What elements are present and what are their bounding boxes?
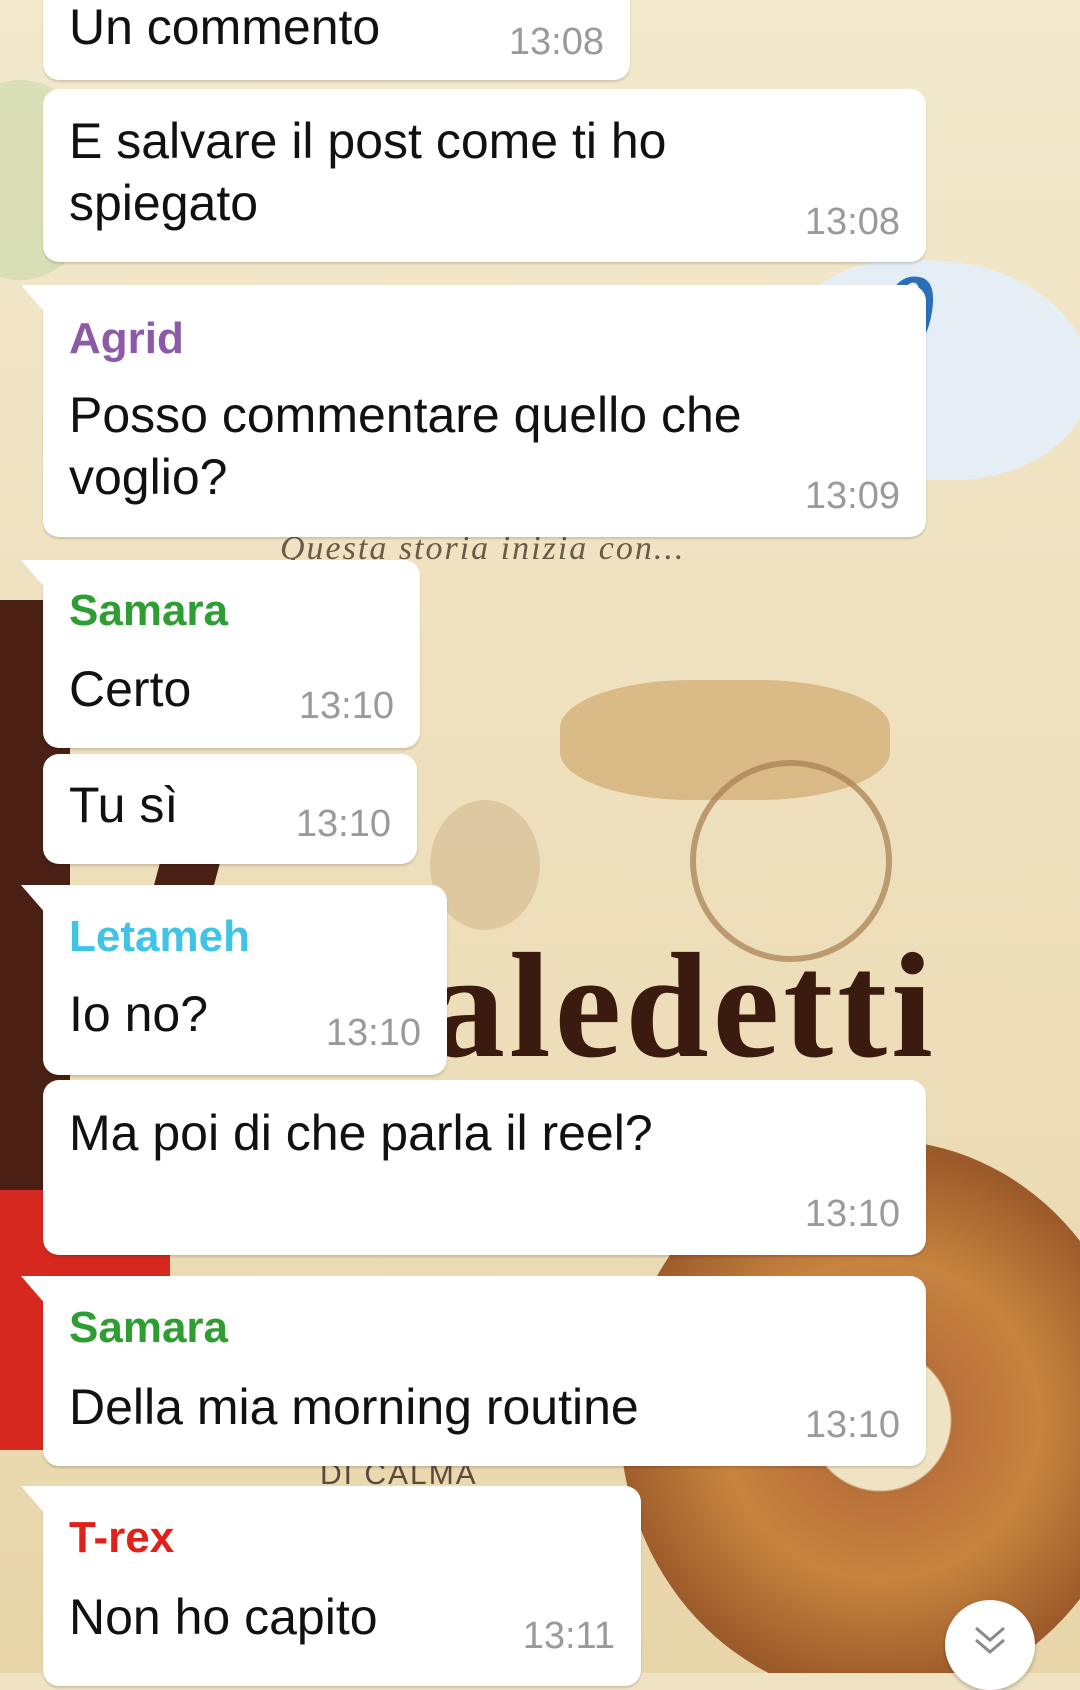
message-bubble[interactable]: Samara Della mia morning routine 13:10 (21, 1276, 926, 1466)
message-time: 13:10 (325, 1012, 421, 1054)
message-text: Io no? (69, 986, 209, 1042)
message-list[interactable]: Un commento 13:08 E salvare il post come… (0, 0, 1080, 1690)
message-time: 13:10 (295, 803, 391, 845)
message-bubble[interactable]: Un commento 13:08 (43, 0, 630, 80)
message-text: Un commento (69, 0, 381, 55)
message-text: Certo (69, 661, 192, 717)
message-bubble[interactable]: Tu sì 13:10 (43, 754, 417, 864)
message-bubble[interactable]: E salvare il post come ti ho spiegato 13… (43, 89, 926, 262)
message-time: 13:10 (804, 1193, 900, 1235)
message-time: 13:09 (804, 475, 900, 517)
message-bubble[interactable]: T-rex Non ho capito 13:11 (21, 1486, 641, 1686)
sender-name: Letameh (69, 912, 250, 961)
message-text: E salvare il post come ti ho spiegato (69, 113, 667, 231)
sender-name: Samara (69, 586, 229, 635)
message-time: 13:10 (804, 1404, 900, 1446)
message-text: Tu sì (69, 777, 179, 833)
message-bubble[interactable]: Letameh Io no? 13:10 (21, 885, 447, 1075)
message-bubble[interactable]: Samara Certo 13:10 (21, 560, 420, 748)
message-text: Della mia morning routine (69, 1379, 639, 1435)
sender-name: Samara (69, 1303, 229, 1352)
sender-name: T-rex (69, 1513, 175, 1562)
message-time: 13:08 (508, 21, 604, 63)
message-time: 13:11 (522, 1615, 615, 1657)
message-text: Ma poi di che parla il reel? (69, 1105, 653, 1161)
sender-name: Agrid (69, 314, 184, 363)
scroll-to-bottom-button[interactable] (945, 1600, 1035, 1690)
message-text: Non ho capito (69, 1589, 378, 1645)
message-bubble[interactable]: Agrid Posso commentare quello che voglio… (21, 285, 926, 537)
message-time: 13:10 (298, 685, 394, 727)
message-time: 13:08 (804, 201, 900, 243)
message-text: Posso commentare quello che voglio? (69, 387, 742, 505)
message-bubble[interactable]: Ma poi di che parla il reel? 13:10 (43, 1080, 926, 1255)
